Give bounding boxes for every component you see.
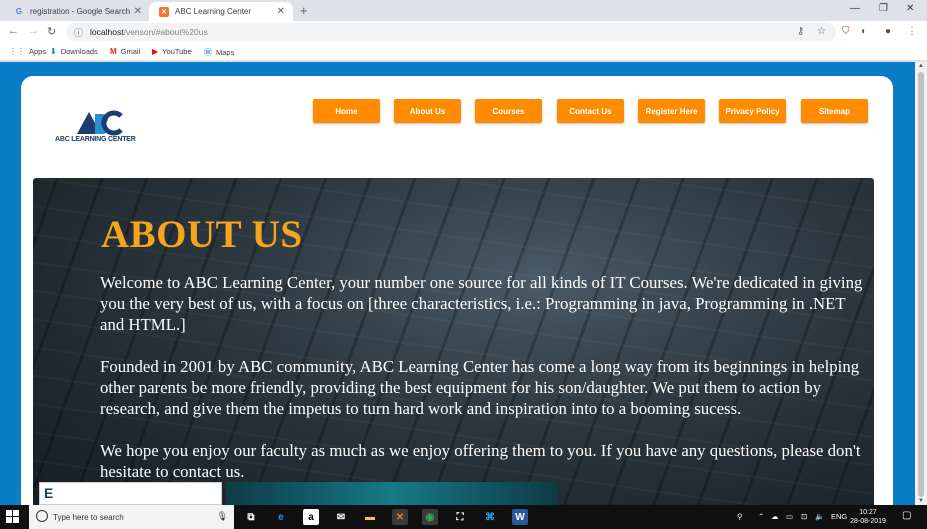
bookmark-youtube[interactable]: ▶ YouTube — [152, 47, 192, 56]
bookmark-label: YouTube — [162, 47, 192, 56]
xampp-icon: ✕ — [159, 6, 169, 17]
forward-icon[interactable]: → — [28, 25, 39, 37]
preview-thumbnail-right — [226, 482, 558, 505]
about-heading: ABOUT US — [101, 213, 303, 256]
maps-icon: Ⓦ — [204, 48, 212, 57]
bookmark-label: Maps — [216, 48, 235, 57]
edge-icon[interactable]: e — [273, 509, 289, 525]
preview-thumbnail-left: E — [39, 482, 222, 505]
extension-icon[interactable]: ⛉ — [842, 26, 850, 37]
mail-icon[interactable]: ✉ — [333, 509, 349, 525]
clock-time: 10:27 — [859, 509, 877, 516]
bookmarks-bar: ⋮⋮ Apps ⬇ Downloads M Gmail ▶ YouTube Ⓦ … — [0, 43, 927, 61]
tab-title: registration - Google Search — [30, 7, 131, 16]
about-section: ABOUT US Welcome to ABC Learning Center,… — [33, 178, 874, 505]
bookmark-label: Gmail — [120, 47, 141, 56]
search-icon — [36, 510, 48, 522]
chrome-icon[interactable]: ◉ — [422, 509, 438, 525]
network-icon[interactable]: ⊡ — [801, 512, 807, 521]
about-paragraph-2: Founded in 2001 by ABC community, ABC Le… — [100, 357, 860, 418]
search-placeholder: Type here to search — [53, 512, 124, 522]
bookmark-maps[interactable]: Ⓦ Maps — [204, 47, 234, 58]
volume-icon[interactable]: 🔈 — [815, 512, 824, 521]
tab-strip: G registration - Google Search ✕ ✕ ABC L… — [0, 0, 927, 21]
windows-taskbar: Type here to search 🎙 ⧉ e a ✉ ▬ ✕ ◉ ⛶ ⌘ … — [0, 505, 927, 529]
task-view-icon[interactable]: ⧉ — [243, 509, 259, 525]
youtube-icon: ▶ — [152, 47, 159, 56]
bookmark-label: Apps — [29, 47, 47, 56]
nav-home-button[interactable]: Home — [313, 99, 380, 123]
taskbar-clock[interactable]: 10:27 28-08-2019 — [848, 508, 888, 526]
profile-avatar-icon[interactable]: ● — [885, 26, 891, 37]
bookmark-apps[interactable]: ⋮⋮ Apps — [9, 47, 46, 56]
scroll-up-icon[interactable]: ▲ — [918, 63, 924, 69]
new-tab-icon[interactable]: + — [300, 3, 308, 18]
restore-icon[interactable]: ❐ — [879, 3, 888, 14]
about-paragraph-1: Welcome to ABC Learning Center, your num… — [100, 273, 863, 334]
microphone-icon[interactable]: 🎙 — [217, 511, 228, 522]
onedrive-icon[interactable]: ☁ — [771, 512, 779, 521]
file-explorer-icon[interactable]: ▬ — [362, 509, 378, 525]
bookmark-star-icon[interactable]: ☆ — [817, 26, 826, 37]
xampp-taskbar-icon[interactable]: ✕ — [392, 509, 408, 525]
key-icon[interactable]: ⚷ — [797, 26, 804, 37]
close-tab-icon[interactable]: ✕ — [277, 6, 285, 17]
logo-text: ABC LEARNING CENTER — [55, 136, 136, 143]
taskbar-search-box[interactable]: Type here to search 🎙 — [29, 505, 234, 529]
site-container: ABC LEARNING CENTER Home About Us Course… — [21, 76, 893, 505]
input-language[interactable]: ENG — [831, 512, 847, 521]
minimize-icon[interactable]: — — [850, 3, 860, 14]
page-viewport: ABC LEARNING CENTER Home About Us Course… — [0, 62, 927, 505]
info-icon[interactable]: ⓘ — [74, 26, 83, 39]
google-g-icon: G — [15, 7, 23, 16]
thumbnail-logo-icon: E — [44, 485, 54, 501]
url-path: /venson/#about%20us — [123, 27, 208, 37]
address-bar[interactable]: ⓘ localhost/venson/#about%20us — [66, 23, 836, 41]
windows-start-icon[interactable] — [6, 510, 20, 524]
nav-contact-us-button[interactable]: Contact Us — [557, 99, 624, 123]
back-icon[interactable]: ← — [8, 25, 19, 37]
store-icon[interactable]: ⛶ — [452, 509, 468, 525]
about-paragraph-3: We hope you enjoy our faculty as much as… — [100, 441, 861, 481]
bookmark-label: Downloads — [60, 47, 98, 56]
extension-circle-icon[interactable]: ◐ — [861, 26, 867, 37]
url-host: localhost — [90, 27, 124, 37]
tab-abc-learning-center[interactable]: ✕ ABC Learning Center ✕ — [149, 2, 293, 21]
tab-title: ABC Learning Center — [175, 7, 252, 16]
scroll-down-icon[interactable]: ▼ — [918, 498, 924, 504]
nav-register-here-button[interactable]: Register Here — [638, 99, 705, 123]
amazon-icon[interactable]: a — [303, 509, 319, 525]
vscode-icon[interactable]: ⌘ — [482, 509, 498, 525]
nav-courses-button[interactable]: Courses — [475, 99, 542, 123]
scrollbar-thumb[interactable] — [918, 72, 924, 497]
close-tab-icon[interactable]: ✕ — [134, 6, 142, 17]
download-icon: ⬇ — [50, 47, 57, 56]
close-window-icon[interactable]: ✕ — [906, 3, 914, 14]
battery-icon[interactable]: ▭ — [786, 512, 793, 521]
nav-sitemap-button[interactable]: Sitemap — [801, 99, 868, 123]
site-logo[interactable]: ABC LEARNING CENTER — [55, 110, 145, 150]
reload-icon[interactable]: ↻ — [47, 25, 56, 38]
nav-privacy-policy-button[interactable]: Privacy Policy — [719, 99, 786, 123]
apps-grid-icon: ⋮⋮ — [9, 47, 25, 56]
word-icon[interactable]: W — [512, 509, 528, 525]
abc-logo-icon — [77, 110, 123, 136]
notification-center-icon[interactable]: ▢ — [902, 510, 911, 521]
page-scrollbar[interactable]: ▲ ▼ — [915, 62, 927, 505]
tab-google-search[interactable]: G registration - Google Search ✕ — [4, 2, 150, 21]
bookmark-downloads[interactable]: ⬇ Downloads — [50, 47, 98, 56]
menu-kebab-icon[interactable]: ⋮ — [907, 26, 917, 37]
bookmark-gmail[interactable]: M Gmail — [110, 47, 140, 56]
browser-toolbar: ← → ↻ ⓘ localhost/venson/#about%20us ⚷ ☆… — [0, 21, 927, 43]
tray-chevron-icon[interactable]: ⌃ — [758, 512, 764, 521]
gmail-icon: M — [110, 47, 117, 56]
people-icon[interactable]: ⚲ — [737, 512, 743, 521]
nav-about-us-button[interactable]: About Us — [394, 99, 461, 123]
clock-date: 28-08-2019 — [850, 518, 886, 525]
